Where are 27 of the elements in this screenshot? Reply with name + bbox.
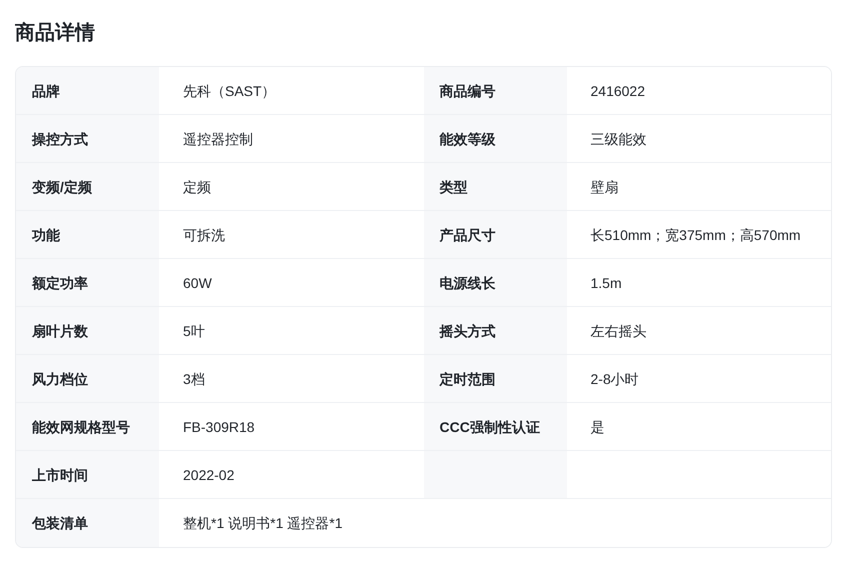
spec-label: 风力档位 bbox=[16, 355, 159, 403]
section-title: 商品详情 bbox=[15, 20, 96, 46]
spec-value: 长510mm；宽375mm；高570mm bbox=[566, 211, 831, 259]
spec-label: 摇头方式 bbox=[424, 307, 566, 355]
spec-label: 上市时间 bbox=[16, 451, 159, 499]
spec-label: 功能 bbox=[16, 211, 159, 259]
spec-label: 商品编号 bbox=[424, 67, 566, 115]
spec-label: 包装清单 bbox=[16, 499, 159, 547]
spec-value: 三级能效 bbox=[566, 115, 831, 163]
spec-label: CCC强制性认证 bbox=[424, 403, 566, 451]
spec-label: 操控方式 bbox=[16, 115, 159, 163]
spec-label: 定时范围 bbox=[424, 355, 566, 403]
spec-value: 1.5m bbox=[566, 259, 831, 307]
spec-label: 电源线长 bbox=[424, 259, 566, 307]
spec-label: 能效等级 bbox=[424, 115, 566, 163]
spec-value: 左右摇头 bbox=[566, 307, 831, 355]
spec-label: 品牌 bbox=[16, 67, 159, 115]
spec-value: 是 bbox=[566, 403, 831, 451]
spec-label: 变频/定频 bbox=[16, 163, 159, 211]
spec-value: 壁扇 bbox=[566, 163, 831, 211]
spec-label: 类型 bbox=[424, 163, 566, 211]
spec-value: 2416022 bbox=[566, 67, 831, 115]
spec-label: 扇叶片数 bbox=[16, 307, 159, 355]
spec-label: 产品尺寸 bbox=[424, 211, 566, 259]
spec-label: 额定功率 bbox=[16, 259, 159, 307]
spec-label: 能效网规格型号 bbox=[16, 403, 159, 451]
spec-value: 2-8小时 bbox=[566, 355, 831, 403]
